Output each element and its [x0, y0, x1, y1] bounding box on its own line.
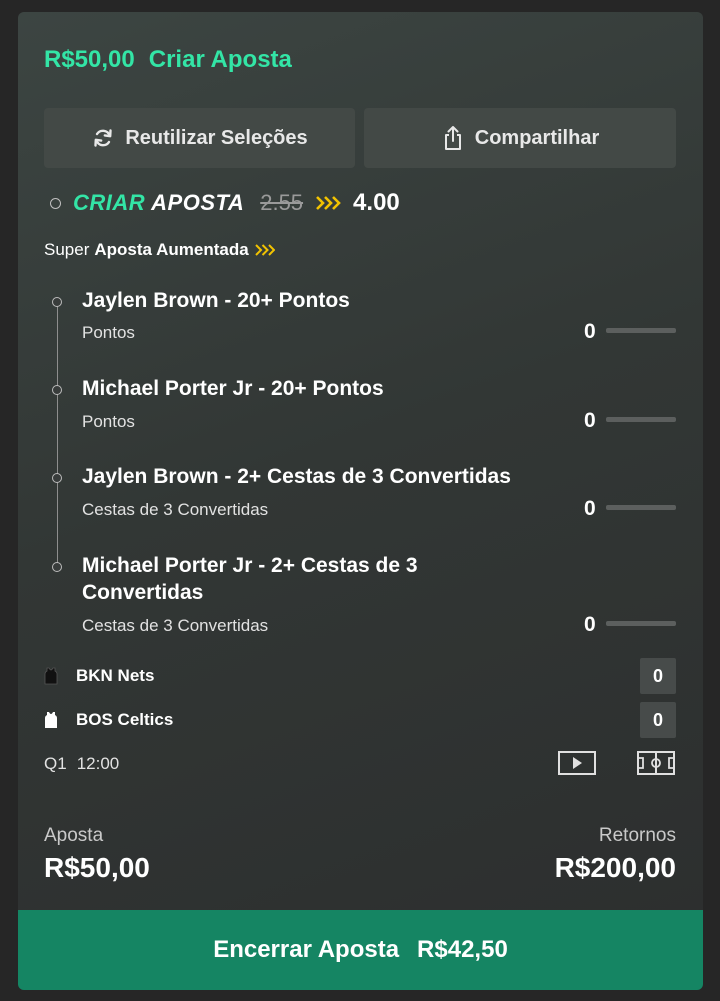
selection-progress-value: 0: [584, 409, 596, 432]
selection-progress-value: 0: [584, 320, 596, 343]
selections-timeline: [57, 304, 58, 567]
team-score: 0: [640, 702, 676, 738]
selection-progress-value: 0: [584, 497, 596, 520]
game-clock: Q1 12:00: [44, 754, 119, 774]
jersey-icon: [44, 667, 58, 685]
original-odds: 2.55: [260, 190, 304, 215]
team-row-bkn: BKN Nets: [44, 661, 154, 691]
game-time: 12:00: [76, 754, 120, 773]
super-boost-label: Super Aposta Aumentada: [44, 240, 275, 260]
reuse-selections-label: Reutilizar Seleções: [125, 126, 308, 149]
boost-chevrons-icon: [316, 196, 341, 210]
selection-market: Pontos: [82, 323, 135, 342]
builder-radio-icon: [50, 197, 61, 209]
cash-out-button[interactable]: Encerrar Aposta R$42,50: [18, 910, 703, 990]
selection-dot-icon: [52, 297, 62, 307]
selection-title: Michael Porter Jr - 2+ Cestas de 3 Conve…: [82, 554, 418, 604]
selection-market: Cestas de 3 Convertidas: [82, 500, 269, 519]
bet-header: R$50,00 Criar Aposta: [44, 46, 292, 74]
selection-title: Michael Porter Jr - 20+ Pontos: [82, 377, 384, 400]
selection-market: Pontos: [82, 412, 135, 431]
selection-progress-bar: [606, 417, 676, 422]
selection-title: Jaylen Brown - 20+ Pontos: [82, 289, 350, 312]
reuse-selections-button[interactable]: Reutilizar Seleções: [44, 108, 355, 168]
share-icon: [444, 126, 461, 150]
bet-builder-logo-criar: CRIAR: [73, 190, 146, 215]
share-label: Compartilhar: [474, 126, 600, 149]
boost-chevrons-small-icon: [254, 244, 275, 256]
super-prefix: Super: [44, 240, 90, 259]
super-boost-text: Aposta Aumentada: [94, 240, 249, 259]
boosted-odds: 4.00: [353, 189, 400, 216]
selection-dot-icon: [52, 473, 62, 483]
selection-market: Cestas de 3 Convertidas: [82, 616, 269, 635]
team-row-bos: BOS Celtics: [44, 705, 173, 735]
cash-out-label: Encerrar Aposta: [213, 936, 400, 963]
selection-progress-bar: [606, 505, 676, 510]
play-video-icon[interactable]: [558, 751, 596, 775]
returns-value: R$200,00: [554, 852, 676, 883]
header-stake: R$50,00: [44, 46, 135, 73]
selection-progress-bar: [606, 621, 676, 626]
bet-builder-row: CRIAR APOSTA 2.55 4.00: [50, 188, 400, 218]
stake-label: Aposta: [44, 825, 104, 846]
team-name: BOS Celtics: [76, 710, 174, 729]
bet-builder-logo-aposta: APOSTA: [151, 190, 245, 215]
bet-slip-card: R$50,00 Criar Aposta Reutilizar Seleções …: [18, 12, 703, 990]
selection-progress-value: 0: [584, 613, 596, 636]
team-score: 0: [640, 658, 676, 694]
game-period: Q1: [44, 754, 67, 773]
refresh-icon: [94, 129, 113, 147]
share-button[interactable]: Compartilhar: [364, 108, 676, 168]
cash-out-amount: R$42,50: [417, 936, 508, 963]
header-title: Criar Aposta: [148, 46, 292, 73]
returns-label: Retornos: [598, 825, 676, 846]
selection-title: Jaylen Brown - 2+ Cestas de 3 Convertida…: [82, 465, 511, 488]
court-icon[interactable]: [637, 751, 675, 775]
stake-value: R$50,00: [44, 852, 150, 883]
team-name: BKN Nets: [76, 666, 155, 685]
selection-progress-bar: [606, 328, 676, 333]
jersey-icon: [45, 712, 57, 728]
selection-dot-icon: [52, 385, 62, 395]
selection-dot-icon: [52, 562, 62, 572]
